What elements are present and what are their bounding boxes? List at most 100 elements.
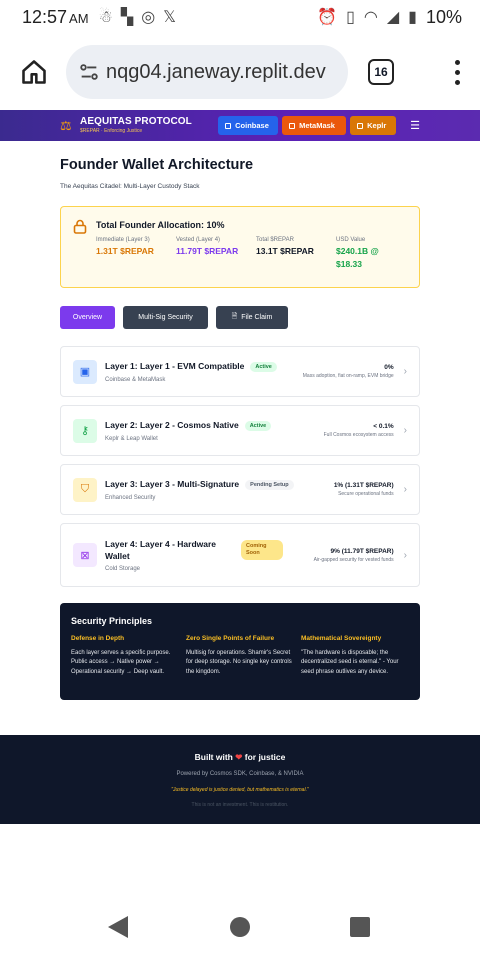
- layer-note: Full Cosmos ecosystem access: [323, 432, 394, 438]
- layer-card-2[interactable]: ⚷ Layer 2: Layer 2 - Cosmos Native Active…: [60, 405, 420, 456]
- chevron-right-icon: ›: [403, 366, 407, 377]
- metamask-button[interactable]: MetaMask: [282, 116, 347, 135]
- layer-card-3[interactable]: ⛉ Layer 3: Layer 3 - Multi-Signature Pend…: [60, 464, 420, 515]
- browser-menu-button[interactable]: [449, 56, 466, 89]
- signal-icon: ◢: [386, 9, 400, 26]
- page-footer: Built with ❤ for justice Powered by Cosm…: [0, 735, 480, 824]
- vibrate-icon: ▯: [346, 9, 355, 26]
- wifi-icon: ◠: [363, 9, 378, 26]
- android-robot-icon: ☃: [98, 9, 113, 26]
- keplr-button[interactable]: Keplr: [350, 116, 397, 135]
- brand-tagline: $REPAR · Enforcing Justice: [80, 128, 143, 134]
- layer-title: Layer 4: Layer 4 - Hardware Wallet: [105, 538, 217, 561]
- layer-percent: 9% (11.79T $REPAR): [330, 547, 394, 555]
- layer-percent: < 0.1%: [373, 423, 394, 430]
- layer-note: Mass adoption, fiat on-ramp, EVM bridge: [302, 373, 394, 379]
- principle-item: Defense in Depth Each layer serves a spec…: [71, 635, 171, 675]
- layer-subtitle: Cold Storage: [105, 566, 141, 573]
- layer-subtitle: Keplr & Leap Wallet: [105, 435, 158, 442]
- principle-item: Zero Single Points of Failure Multisig fo…: [186, 635, 292, 675]
- layer-list: ▣ Layer 1: Layer 1 - EVM Compatible Activ…: [60, 346, 420, 587]
- wallet-buttons: Coinbase MetaMask Keplr ☰: [218, 116, 420, 135]
- chevron-right-icon: ›: [403, 549, 407, 561]
- powered-by-text: Powered by Cosmos SDK, Coinbase, & NVIDI…: [176, 771, 304, 777]
- page-title: Founder Wallet Architecture: [60, 157, 254, 173]
- home-icon: [22, 60, 46, 84]
- security-principles-panel: Security Principles Defense in Depth Each…: [60, 603, 420, 700]
- battery-percent: 10%: [425, 6, 462, 27]
- hardware-wallet-icon: ⊠: [73, 543, 97, 567]
- web-viewport: ⚖ AEQUITAS PROTOCOL $REPAR · Enforcing J…: [0, 110, 480, 894]
- notification-icons: ☃ ▚ ◎ 𝕏: [99, 7, 177, 27]
- wallet-icon: [357, 122, 364, 129]
- lock-icon: [73, 219, 89, 287]
- wallet-icon: [289, 122, 296, 129]
- status-time: 12:57 AM: [22, 6, 89, 27]
- browser-toolbar: nqg04.janeway.replit.dev 16: [0, 34, 480, 110]
- wallet-icon: ▣: [73, 359, 97, 384]
- allocation-title: Total Founder Allocation: 10%: [96, 220, 225, 230]
- home-button[interactable]: [18, 56, 50, 88]
- instagram-icon: ◎: [141, 9, 156, 26]
- site-settings-icon[interactable]: [78, 61, 100, 83]
- footer-disclaimer: This is not an investment. This is resti…: [191, 802, 289, 808]
- back-icon[interactable]: [108, 916, 128, 938]
- stat-vested: Vested (Layer 4) 11.79T $REPAR: [176, 237, 239, 256]
- layer-card-1[interactable]: ▣ Layer 1: Layer 1 - EVM Compatible Activ…: [60, 346, 420, 397]
- puzzle-icon: ▚: [120, 9, 134, 26]
- built-with-text: Built with ❤ for justice: [194, 752, 286, 762]
- home-circle-icon[interactable]: [230, 917, 250, 937]
- system-nav-bar: [0, 894, 480, 960]
- brand-name: AEQUITAS PROTOCOL: [80, 116, 192, 127]
- section-tabs: Overview Multi-Sig Security 🗎 File Claim: [60, 306, 420, 329]
- layer-note: Air-gapped security for vested funds: [313, 556, 394, 563]
- allocation-stats: Immediate (Layer 3) 1.31T $REPAR Vested (…: [96, 237, 400, 271]
- stat-total: Total $REPAR 13.1T $REPAR: [256, 237, 314, 256]
- address-bar[interactable]: nqg04.janeway.replit.dev: [66, 45, 348, 99]
- recent-apps-icon[interactable]: [350, 917, 370, 937]
- footer-quote: "Justice delayed is justice denied, but …: [171, 787, 309, 793]
- status-badge: Active: [250, 361, 277, 372]
- layer-note: Secure operational funds: [338, 491, 394, 497]
- wallet-icon: [225, 122, 232, 129]
- tab-file-claim[interactable]: 🗎 File Claim: [216, 306, 288, 329]
- chevron-right-icon: ›: [403, 484, 407, 495]
- status-bar: 12:57 AM ☃ ▚ ◎ 𝕏 ⏰ ▯ ◠ ◢ ▮ 10%: [0, 0, 480, 34]
- file-icon: 🗎: [231, 313, 238, 320]
- scales-icon: ⚖: [60, 117, 72, 133]
- status-badge: Pending Setup: [245, 479, 294, 490]
- layer-card-4[interactable]: ⊠ Layer 4: Layer 4 - Hardware Wallet Comi…: [60, 523, 420, 587]
- page-subtitle: The Aequitas Citadel: Multi-Layer Custod…: [60, 183, 200, 190]
- layer-subtitle: Enhanced Security: [105, 494, 156, 501]
- brand[interactable]: AEQUITAS PROTOCOL $REPAR · Enforcing Jus…: [80, 117, 192, 134]
- shield-icon: ⛉: [73, 477, 97, 502]
- status-badge: Coming Soon: [241, 540, 283, 560]
- coinbase-button[interactable]: Coinbase: [218, 116, 279, 135]
- x-icon: 𝕏: [163, 9, 177, 26]
- alarm-icon: ⏰: [317, 9, 338, 26]
- chevron-right-icon: ›: [403, 425, 407, 436]
- app-navbar: ⚖ AEQUITAS PROTOCOL $REPAR · Enforcing J…: [0, 110, 480, 141]
- stat-immediate: Immediate (Layer 3) 1.31T $REPAR: [96, 237, 154, 256]
- url-text: nqg04.janeway.replit.dev: [106, 60, 326, 83]
- layer-title: Layer 1: Layer 1 - EVM Compatible: [105, 361, 245, 372]
- tab-multi-sig-security[interactable]: Multi-Sig Security: [123, 306, 208, 329]
- principles-title: Security Principles: [71, 616, 153, 626]
- allocation-card: Total Founder Allocation: 10% Immediate …: [60, 206, 420, 288]
- layer-title: Layer 3: Layer 3 - Multi-Signature: [105, 479, 240, 490]
- stat-usd: USD Value $240.1B @ $18.33: [336, 237, 379, 270]
- key-icon: ⚷: [73, 418, 97, 443]
- status-badge: Active: [244, 420, 272, 431]
- system-icons: ⏰ ▯ ◠ ◢ ▮ 10%: [317, 7, 462, 28]
- tab-overview[interactable]: Overview: [60, 306, 115, 329]
- layer-title: Layer 2: Layer 2 - Cosmos Native: [105, 420, 239, 431]
- heart-icon: ❤: [235, 752, 243, 762]
- tab-switcher-button[interactable]: 16: [368, 59, 394, 85]
- hamburger-menu-icon[interactable]: ☰: [410, 119, 420, 132]
- layer-percent: 0%: [384, 364, 394, 371]
- layer-subtitle: Coinbase & MetaMask: [105, 376, 166, 383]
- layer-percent: 1% (1.31T $REPAR): [333, 482, 394, 489]
- battery-charging-icon: ▮: [408, 9, 417, 26]
- principle-item: Mathematical Sovereignty "The hardware is…: [301, 635, 399, 675]
- main-content: Founder Wallet Architecture The Aequitas…: [0, 141, 480, 700]
